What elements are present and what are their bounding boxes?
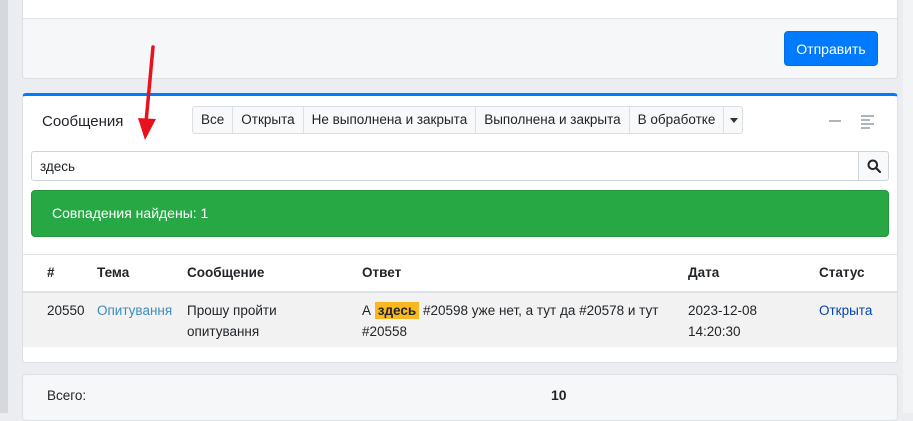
messages-card: Сообщения Все Открыта Не выполнена и зак… <box>22 93 898 363</box>
search-icon <box>867 159 881 173</box>
left-edge <box>0 0 8 413</box>
row-time: 14:20:30 <box>688 324 741 339</box>
row-message-line2: опитування <box>187 324 260 339</box>
results-alert: Совпадения найдены: 1 <box>31 190 889 237</box>
filter-not-done-closed[interactable]: Не выполнена и закрыта <box>303 106 477 134</box>
filter-all[interactable]: Все <box>192 106 234 134</box>
col-id: # <box>47 265 55 280</box>
top-card-body <box>23 0 897 19</box>
messages-table: # Тема Сообщение Ответ Дата Статус 20550… <box>23 254 897 347</box>
filter-in-progress[interactable]: В обработке <box>629 106 725 134</box>
top-card: Отправить <box>22 0 898 79</box>
search-input[interactable] <box>31 151 859 181</box>
search-bar <box>31 151 889 181</box>
right-edge <box>903 0 913 413</box>
lines-icon[interactable] <box>861 115 874 129</box>
row-date: 2023-12-08 <box>688 303 758 318</box>
totals-card: Всего: 10 <box>22 374 898 421</box>
reply-post: #20598 уже нет, а тут да #20578 и тут <box>422 303 659 318</box>
col-date: Дата <box>688 265 720 280</box>
status-filter-group: Все Открыта Не выполнена и закрыта Выпол… <box>192 106 744 134</box>
row-topic-link[interactable]: Опитування <box>97 300 172 321</box>
row-datetime: 2023-12-08 14:20:30 <box>688 300 757 342</box>
row-message-line1: Прошу пройти <box>187 303 277 318</box>
row-message: Прошу пройти опитування <box>187 300 277 342</box>
table-row: 20550 Опитування Прошу пройти опитування… <box>23 293 897 347</box>
row-reply: А здесь #20598 уже нет, а тут да #20578 … <box>362 300 682 342</box>
reply-highlight: здесь <box>374 302 420 319</box>
col-message: Сообщение <box>187 265 265 280</box>
reply-pre: А <box>362 303 372 318</box>
filter-open[interactable]: Открыта <box>233 106 304 134</box>
search-button[interactable] <box>858 151 889 181</box>
table-header: # Тема Сообщение Ответ Дата Статус <box>23 254 897 293</box>
total-label: Всего: <box>47 388 87 403</box>
send-button[interactable]: Отправить <box>784 31 878 66</box>
col-reply: Ответ <box>362 265 402 280</box>
filter-dropdown-toggle[interactable] <box>724 106 744 134</box>
col-status: Статус <box>819 265 865 280</box>
col-topic: Тема <box>97 265 130 280</box>
filter-done-closed[interactable]: Выполнена и закрыта <box>476 106 630 134</box>
total-value: 10 <box>551 387 567 403</box>
card-title: Сообщения <box>42 113 124 130</box>
row-status-link[interactable]: Открыта <box>819 300 872 321</box>
reply-line2: #20558 <box>362 324 408 339</box>
minus-icon[interactable] <box>829 120 841 122</box>
row-id: 20550 <box>47 303 85 318</box>
